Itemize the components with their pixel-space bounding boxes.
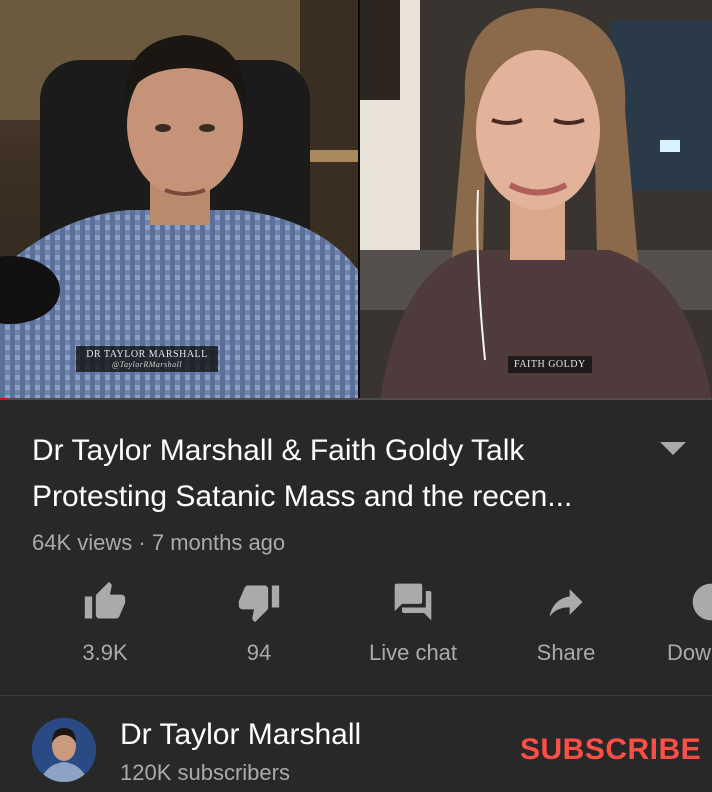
section-divider <box>0 695 712 696</box>
channel-avatar[interactable] <box>32 718 96 782</box>
left-nametag-handle: @TaylorRMarshall <box>111 360 183 369</box>
download-icon <box>692 583 712 621</box>
upload-age: 7 months ago <box>151 530 286 555</box>
dislike-button[interactable]: 94 <box>194 580 324 666</box>
video-progress-bar[interactable] <box>0 398 712 400</box>
chevron-down-icon[interactable] <box>660 442 686 456</box>
subscriber-count: 120K subscribers <box>120 760 290 785</box>
share-icon <box>549 589 583 617</box>
download-button[interactable]: Dow <box>636 580 712 666</box>
like-count: 3.9K <box>82 640 128 665</box>
share-button[interactable]: Share <box>501 580 631 666</box>
video-progress-fill <box>0 398 8 400</box>
right-speaker-nametag: FAITH GOLDY <box>508 356 592 373</box>
right-person-illustration <box>360 0 712 400</box>
dislike-count: 94 <box>246 640 272 665</box>
video-title[interactable]: Dr Taylor Marshall & Faith Goldy Talk Pr… <box>32 428 622 520</box>
like-button[interactable]: 3.9K <box>40 580 170 666</box>
live-chat-button[interactable]: Live chat <box>348 580 478 666</box>
video-title-line2: Protesting Satanic Mass and the recen... <box>32 480 573 513</box>
video-player[interactable]: DR TAYLOR MARSHALL @TaylorRMarshall FAIT… <box>0 0 712 400</box>
left-person-illustration <box>0 0 358 400</box>
video-meta: 64K views · 7 months ago <box>32 530 285 556</box>
thumbs-up-icon <box>84 581 126 619</box>
subscribe-button[interactable]: SUBSCRIBE <box>520 733 701 767</box>
live-chat-label: Live chat <box>368 640 458 665</box>
video-title-line1: Dr Taylor Marshall & Faith Goldy Talk <box>32 434 525 467</box>
live-chat-icon <box>394 583 432 621</box>
action-bar: 3.9K 94 Live chat Share Dow <box>0 580 712 680</box>
video-right-pane: FAITH GOLDY <box>360 0 712 400</box>
share-label: Share <box>536 640 596 665</box>
meta-separator: · <box>132 530 152 555</box>
thumbs-down-icon <box>238 585 280 623</box>
video-left-pane: DR TAYLOR MARSHALL @TaylorRMarshall <box>0 0 358 400</box>
channel-name[interactable]: Dr Taylor Marshall <box>120 718 361 752</box>
download-label: Dow <box>667 640 712 665</box>
left-nametag-name: DR TAYLOR MARSHALL <box>86 349 208 360</box>
avatar-image <box>32 718 96 782</box>
left-speaker-nametag: DR TAYLOR MARSHALL @TaylorRMarshall <box>76 346 218 372</box>
view-count: 64K views <box>32 530 133 555</box>
